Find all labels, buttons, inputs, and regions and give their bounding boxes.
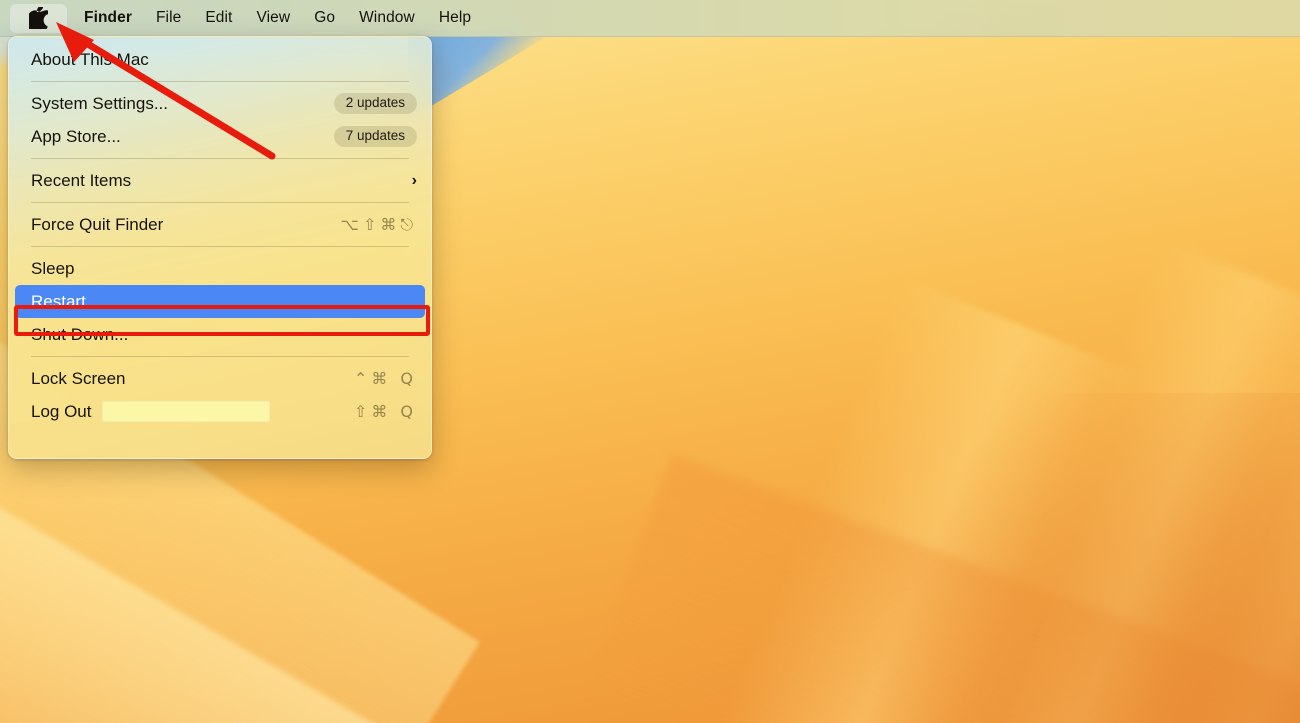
menu-separator-1 [31,81,409,82]
force-quit-shortcut: ⌥⇧⌘⎋ [340,214,417,234]
system-settings-updates-badge: 2 updates [333,93,417,114]
menu-item-label: Sleep [31,258,75,278]
menu-item-label: Log Out [31,401,92,421]
log-out-username-redaction [101,401,270,422]
menu-item-about-this-mac[interactable]: About This Mac [9,43,431,76]
wallpaper-corner-shade [780,393,1300,723]
menu-separator-4 [31,246,409,247]
apple-menu-button[interactable] [10,3,67,33]
apple-logo-icon [29,7,48,29]
menubar-item-edit[interactable]: Edit [193,6,244,30]
menu-item-lock-screen[interactable]: Lock Screen ⌃⌘ Q [9,362,431,395]
menu-item-recent-items[interactable]: Recent Items › [9,164,431,197]
menubar-item-finder[interactable]: Finder [72,6,144,30]
menu-separator-3 [31,202,409,203]
menu-item-label: Recent Items [31,170,132,190]
menu-item-label: App Store... [31,126,121,146]
apple-dropdown-menu: About This Mac System Settings... 2 upda… [8,36,432,459]
menu-separator-2 [31,158,409,159]
menu-item-log-out[interactable]: Log Out ⇧⌘ Q [9,395,431,428]
menu-item-sleep[interactable]: Sleep [9,252,431,285]
menu-separator-5 [31,356,409,357]
menu-item-label: Shut Down... [31,324,129,344]
menubar-item-view[interactable]: View [244,6,302,30]
menu-item-label: Force Quit Finder [31,214,164,234]
menu-item-label: About This Mac [31,49,149,69]
menubar-item-file[interactable]: File [144,6,193,30]
menu-item-system-settings[interactable]: System Settings... 2 updates [9,87,431,120]
menu-item-restart[interactable]: Restart... [15,285,425,318]
menu-item-app-store[interactable]: App Store... 7 updates [9,120,431,153]
desktop-screen: Finder File Edit View Go Window Help Abo… [0,0,1300,723]
lock-screen-shortcut: ⌃⌘ Q [353,369,417,388]
menubar-item-window[interactable]: Window [347,6,427,30]
menu-item-shut-down[interactable]: Shut Down... [9,318,431,351]
menubar-item-help[interactable]: Help [427,6,483,30]
menubar-item-go[interactable]: Go [302,6,347,30]
menu-item-label: Restart... [31,291,100,311]
menu-item-label: System Settings... [31,93,168,113]
chevron-right-icon: › [411,171,417,189]
log-out-shortcut: ⇧⌘ Q [353,402,417,421]
menu-item-force-quit-finder[interactable]: Force Quit Finder ⌥⇧⌘⎋ [9,208,431,241]
menu-bar: Finder File Edit View Go Window Help [0,0,1300,37]
menu-item-label: Lock Screen [31,368,126,388]
app-store-updates-badge: 7 updates [333,126,417,147]
